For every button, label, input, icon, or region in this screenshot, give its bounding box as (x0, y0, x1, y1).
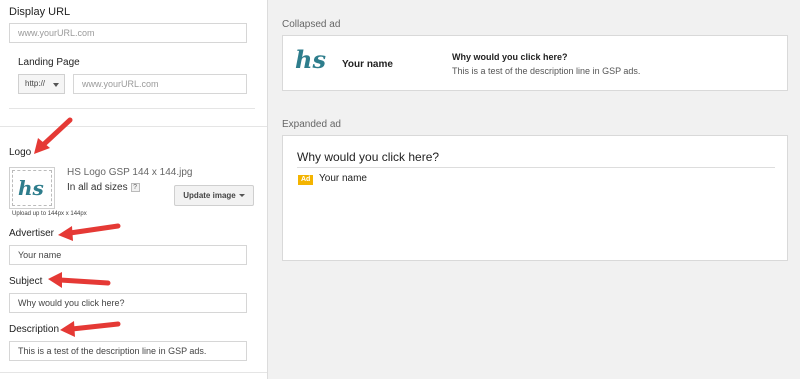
expanded-ad-headline: Why would you click here? (297, 150, 440, 164)
update-image-label: Update image (183, 191, 236, 200)
divider (297, 167, 775, 168)
ad-badge: Ad (298, 175, 314, 185)
arrow-annotation-icon (58, 223, 121, 241)
logo-label: Logo (9, 147, 32, 158)
display-url-label: Display URL (9, 6, 71, 18)
expanded-ad-card: Why would you click here? Ad Your name (282, 135, 788, 261)
landing-page-label: Landing Page (18, 57, 80, 68)
arrow-annotation-icon (48, 272, 111, 288)
update-image-button[interactable]: Update image (174, 185, 254, 206)
subject-label: Subject (9, 276, 43, 287)
advertiser-input[interactable]: Your name (9, 245, 247, 265)
protocol-select[interactable]: http:// (18, 74, 65, 94)
description-input[interactable]: This is a test of the description line i… (9, 341, 247, 361)
collapsed-ad-name: Your name (342, 59, 393, 70)
landing-page-input[interactable]: www.yourURL.com (73, 74, 247, 94)
display-url-input[interactable]: www.yourURL.com (9, 23, 247, 43)
logo-file-name: HS Logo GSP 144 x 144.jpg (67, 167, 193, 178)
collapsed-ad-card: hs Your name Why would you click here? T… (282, 35, 788, 91)
collapsed-ad-label: Collapsed ad (282, 19, 341, 30)
logo-thumbnail[interactable]: hs (9, 167, 55, 209)
logo-sizes-label: In all ad sizes (67, 182, 128, 193)
expanded-ad-name: Your name (319, 173, 367, 184)
expanded-ad-label: Expanded ad (282, 119, 341, 130)
help-icon[interactable]: ? (130, 182, 140, 192)
subject-input[interactable]: Why would you click here? (9, 293, 247, 313)
arrow-annotation-icon (34, 117, 73, 154)
divider (9, 108, 255, 109)
upload-hint: Upload up to 144px x 144px (12, 211, 87, 217)
collapsed-ad-headline: Why would you click here? (452, 52, 568, 62)
bottom-divider (0, 372, 267, 373)
advertiser-label: Advertiser (9, 228, 55, 239)
description-label: Description (9, 324, 60, 335)
chevron-down-icon (53, 83, 59, 87)
collapsed-ad-description: This is a test of the description line i… (452, 66, 641, 76)
ad-form-panel: Display URL www.yourURL.com Landing Page… (0, 0, 267, 379)
protocol-value: http:// (25, 79, 46, 88)
logo-sizes-text: In all ad sizes? (67, 182, 140, 193)
ad-preview-panel: Collapsed ad hs Your name Why would you … (267, 0, 800, 379)
chevron-down-icon (238, 194, 245, 198)
hs-logo: hs (295, 45, 326, 74)
hs-logo: hs (18, 176, 44, 200)
arrow-annotation-icon (60, 321, 121, 337)
